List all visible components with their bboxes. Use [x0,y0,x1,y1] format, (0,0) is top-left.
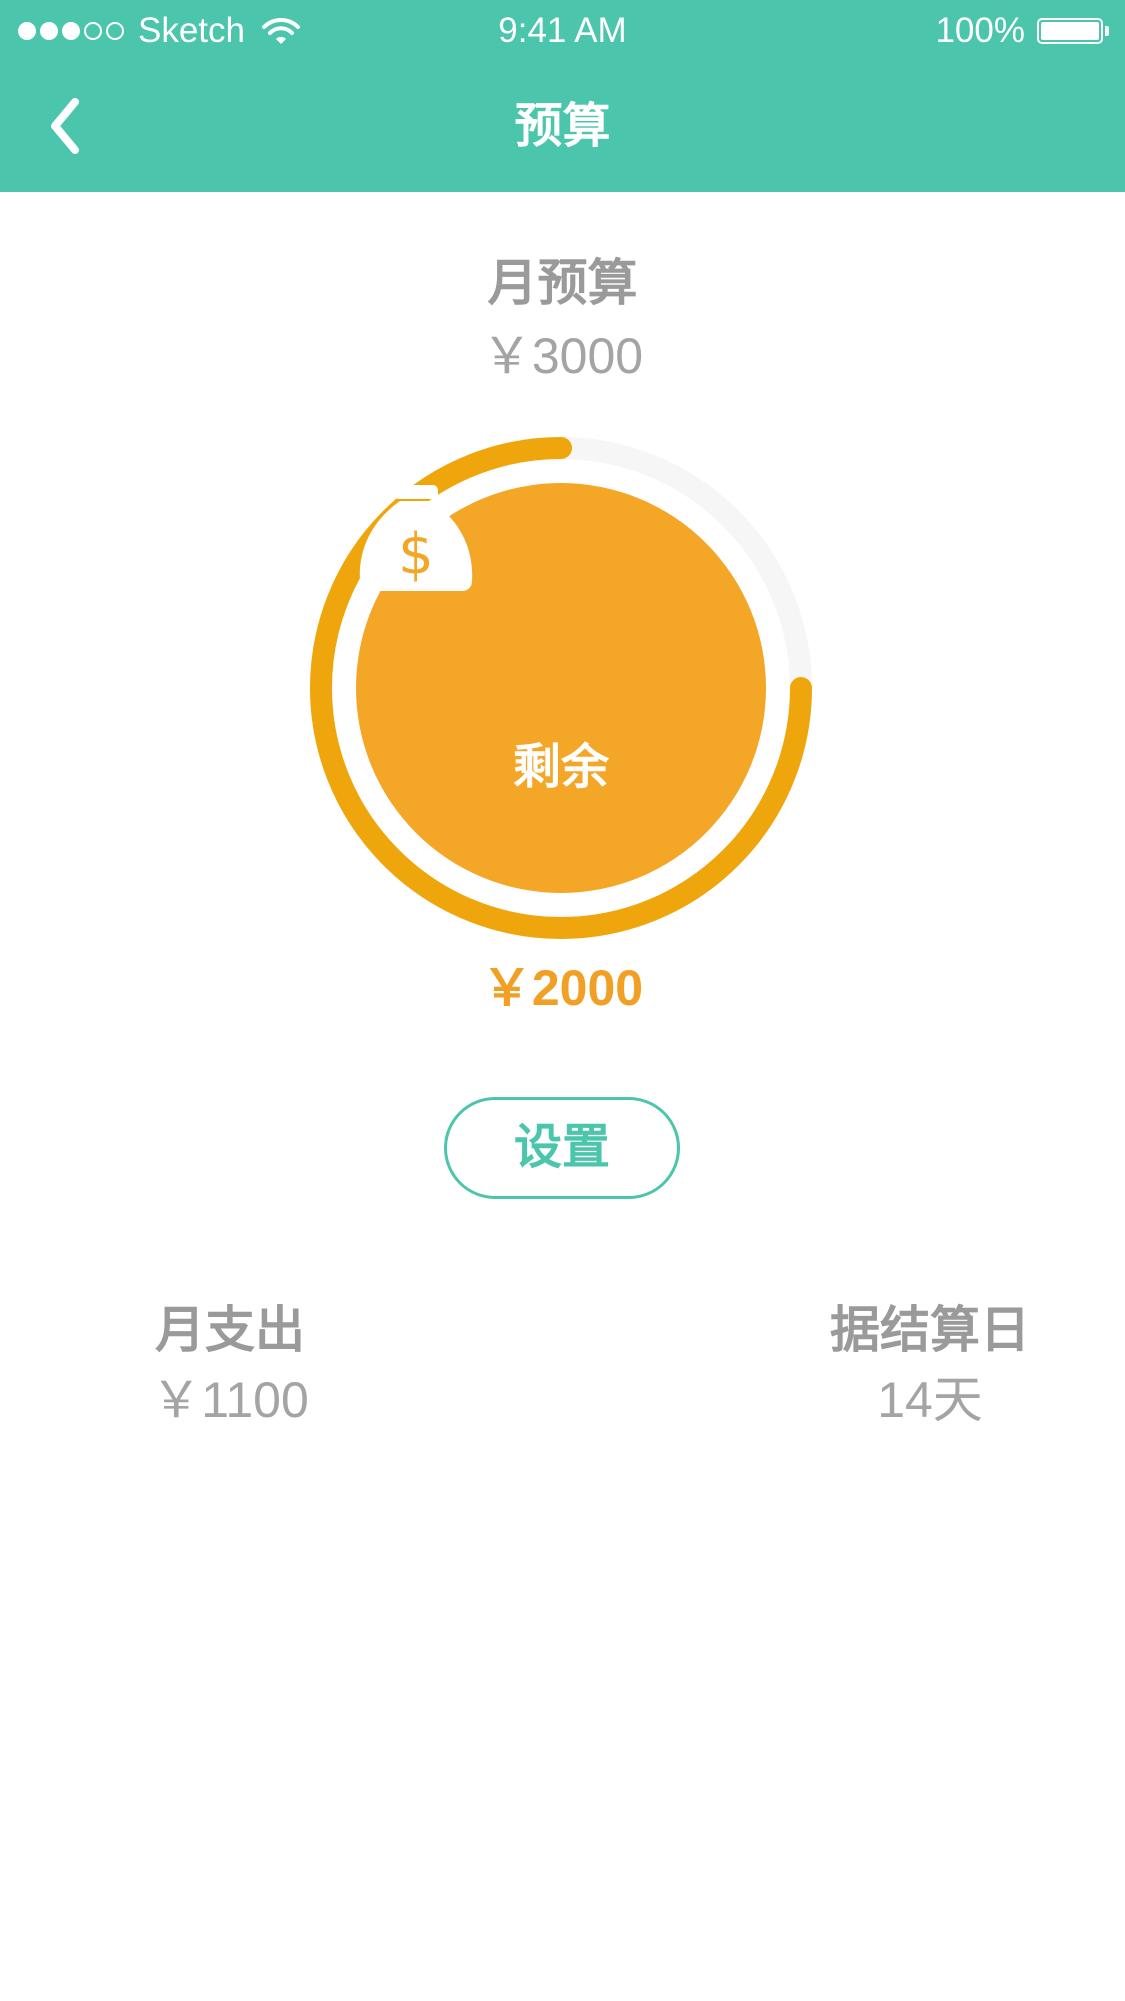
moneybag-icon: $ [359,485,473,591]
monthly-spending: 月支出 ￥1100 [130,1298,330,1438]
monthly-spending-label: 月支出 [155,1302,305,1358]
settings-button[interactable]: 设置 [444,1097,680,1199]
svg-text:$: $ [398,522,434,587]
battery-body [1037,18,1103,44]
monthly-budget-label: 月预算 [487,255,638,311]
page-title: 预算 [514,100,611,153]
chevron-left-icon [51,98,79,154]
back-button[interactable] [30,90,100,162]
battery-percent: 100% [935,11,1025,50]
battery-icon [1037,18,1109,44]
budget-screen: Sketch 9:41 AM 100% 预算 月预算 ￥3000 $ 剩余 ￥2… [0,0,1125,2001]
days-to-settlement-label: 据结算日 [830,1302,1030,1358]
monthly-budget-amount: ￥3000 [481,328,644,384]
remaining-label: 剩余 [512,741,609,794]
status-right: 100% [935,0,1109,62]
days-to-settlement: 据结算日 14天 [810,1298,1050,1438]
status-bar: Sketch 9:41 AM 100% [0,0,1125,62]
days-to-settlement-value: 14天 [877,1372,983,1428]
remaining-amount: ￥2000 [481,960,644,1016]
budget-ring: $ 剩余 [305,432,817,944]
monthly-spending-value: ￥1100 [151,1372,309,1428]
battery-tip [1105,26,1109,36]
battery-fill [1041,22,1099,40]
remaining-circle: $ 剩余 [356,483,766,893]
nav-bar: 预算 [0,62,1125,192]
header: Sketch 9:41 AM 100% 预算 [0,0,1125,192]
